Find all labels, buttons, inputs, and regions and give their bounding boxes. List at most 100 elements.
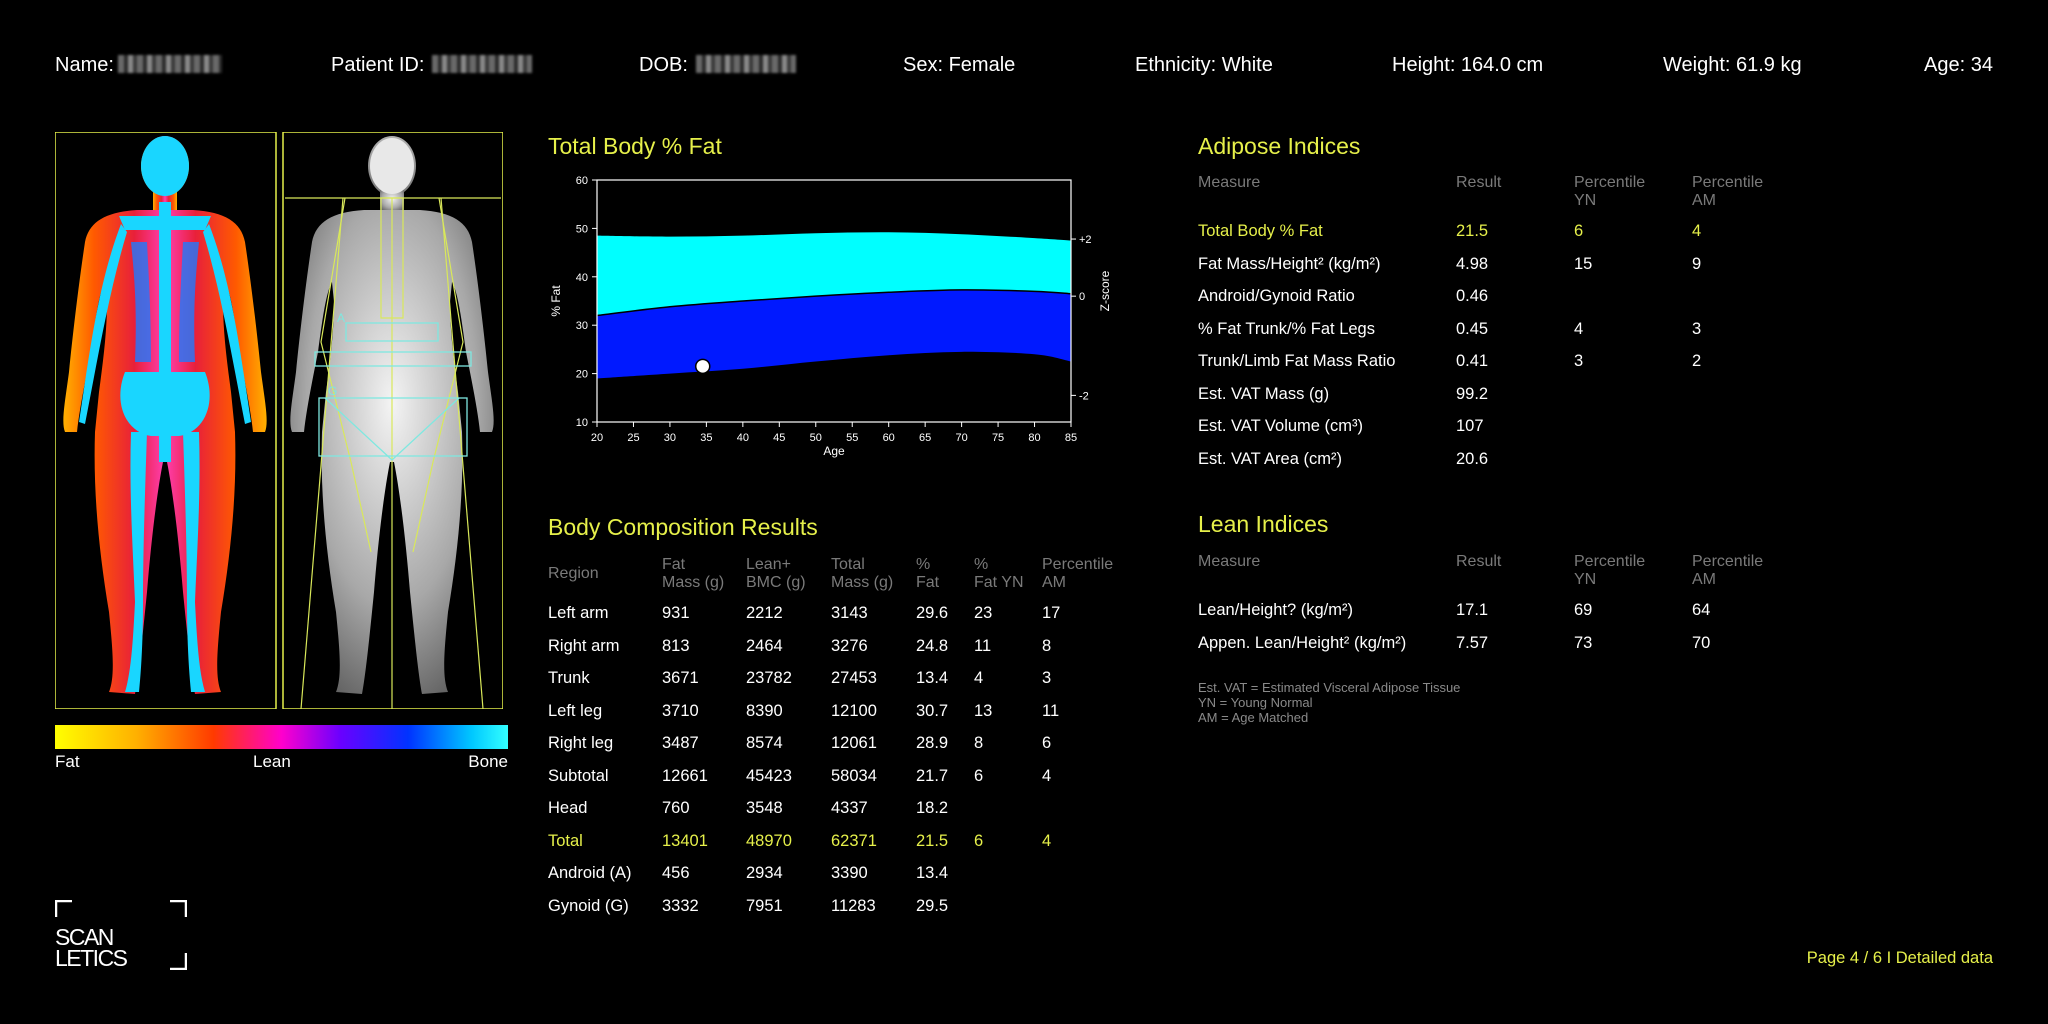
body-comp-row: Gynoid (G) 3332 7951 11283 29.5 bbox=[548, 895, 1132, 928]
body-comp-cell: 813 bbox=[662, 636, 690, 655]
y-tick-label: 40 bbox=[576, 272, 588, 284]
redacted-name bbox=[117, 55, 222, 73]
y-axis-label: % Fat bbox=[549, 285, 563, 317]
adipose-cell: 0.46 bbox=[1456, 287, 1489, 305]
body-comp-cell bbox=[974, 797, 1042, 830]
body-comp-row: Android (A) 456 2934 3390 13.4 bbox=[548, 862, 1132, 895]
body-comp-row: Right leg 3487 8574 12061 28.9 8 6 bbox=[548, 732, 1132, 765]
note-vat: Est. VAT = Estimated Visceral Adipose Ti… bbox=[1198, 680, 1461, 695]
body-comp-cell: 4337 bbox=[831, 799, 868, 817]
body-comp-row: Head 760 3548 4337 18.2 bbox=[548, 797, 1132, 830]
adipose-cell: Total Body % Fat bbox=[1198, 222, 1323, 240]
body-comp-cell: 12661 bbox=[662, 766, 708, 785]
lean-cell: Lean/Height? (kg/m²) bbox=[1198, 601, 1353, 619]
xray-grey-image: A G bbox=[282, 132, 503, 709]
y-tick-label: 30 bbox=[576, 320, 588, 332]
z-tick-label: +2 bbox=[1079, 234, 1092, 246]
lean-header-row: Measure Result Percentile YN Percentile … bbox=[1198, 553, 1802, 589]
adipose-cell: 99.2 bbox=[1456, 384, 1489, 403]
body-comp-cell: 45423 bbox=[746, 766, 792, 785]
col-header-region: Region bbox=[548, 565, 599, 582]
body-comp-cell: 28.9 bbox=[916, 734, 949, 752]
lean-cell: 64 bbox=[1692, 601, 1711, 619]
body-comp-row: Left arm 931 2212 3143 29.6 23 17 bbox=[548, 602, 1132, 635]
lean-cell: 73 bbox=[1574, 633, 1593, 652]
body-comp-title: Body Composition Results bbox=[548, 514, 818, 540]
total-body-fat-chart: 20 25 30 35 40 45 50 55 60 65 70 75 80 85102030405060… bbox=[549, 175, 1112, 458]
adipose-row: Est. VAT Volume (cm³) 107 bbox=[1198, 415, 1802, 448]
body-comp-cell: 13.4 bbox=[916, 669, 949, 687]
col-header-fat-mass: Fat Mass (g) bbox=[662, 556, 725, 591]
body-comp-cell: 27453 bbox=[831, 669, 877, 687]
lean-row: Appen. Lean/Height² (kg/m²) 7.57 73 70 bbox=[1198, 632, 1802, 665]
android-region-label: A bbox=[337, 311, 345, 325]
composition-color-legend bbox=[55, 725, 508, 749]
composition-color-image bbox=[55, 132, 277, 709]
adipose-row: Est. VAT Mass (g) 99.2 bbox=[1198, 383, 1802, 416]
adipose-cell: 21.5 bbox=[1456, 222, 1489, 240]
chart-title: Total Body % Fat bbox=[548, 133, 722, 159]
x-tick-label: 70 bbox=[955, 432, 967, 444]
note-yn: YN = Young Normal bbox=[1198, 695, 1313, 710]
body-comp-cell: 3390 bbox=[831, 864, 868, 882]
adipose-cell: 4 bbox=[1574, 319, 1584, 338]
x-tick-label: 65 bbox=[919, 432, 931, 444]
scanletics-logo: SCAN LETICS bbox=[55, 900, 187, 970]
adipose-cell: Est. VAT Area (cm²) bbox=[1198, 449, 1342, 468]
x-tick-label: 45 bbox=[773, 432, 785, 444]
body-comp-cell: Android (A) bbox=[548, 864, 632, 882]
body-comp-cell: 456 bbox=[662, 864, 690, 882]
body-comp-cell: 18.2 bbox=[916, 799, 949, 817]
sex: Sex: Female bbox=[903, 54, 1016, 76]
body-comp-row: Left leg 3710 8390 12100 30.7 13 11 bbox=[548, 700, 1132, 733]
body-comp-cell: 6 bbox=[974, 831, 984, 850]
adipose-cell: 20.6 bbox=[1456, 449, 1489, 468]
body-comp-cell: Total bbox=[548, 831, 583, 850]
x-tick-label: 50 bbox=[810, 432, 822, 444]
adipose-cell bbox=[1574, 383, 1692, 416]
adipose-cell: 0.45 bbox=[1456, 319, 1489, 338]
lean-cell: 69 bbox=[1574, 601, 1593, 619]
body-comp-cell: 21.5 bbox=[916, 831, 949, 850]
lean-title: Lean Indices bbox=[1198, 511, 1329, 537]
lean-col-measure: Measure bbox=[1198, 553, 1261, 570]
lean-col-result: Result bbox=[1456, 553, 1502, 570]
body-comp-cell: 12100 bbox=[831, 701, 877, 720]
adipose-col-percentile-am: Percentile AM bbox=[1692, 174, 1764, 209]
note-am: AM = Age Matched bbox=[1198, 710, 1309, 725]
x-tick-label: 25 bbox=[627, 432, 639, 444]
patient-data-point bbox=[694, 358, 711, 375]
body-comp-cell: 6 bbox=[974, 766, 984, 785]
body-comp-table: Region Fat Mass (g) Lean+ BMC (g) Total … bbox=[548, 556, 1132, 927]
body-comp-cell: 2934 bbox=[746, 864, 783, 882]
x-tick-label: 75 bbox=[992, 432, 1004, 444]
adipose-cell: 3 bbox=[1574, 352, 1584, 370]
body-comp-cell: 3671 bbox=[662, 669, 699, 687]
body-comp-cell: 17 bbox=[1042, 604, 1061, 622]
adipose-cell bbox=[1574, 285, 1692, 318]
adipose-cell: Android/Gynoid Ratio bbox=[1198, 287, 1355, 305]
body-comp-cell: 4 bbox=[1042, 766, 1052, 785]
ethnicity: Ethnicity: White bbox=[1135, 54, 1273, 76]
body-comp-cell: Gynoid (G) bbox=[548, 896, 629, 915]
x-tick-label: 85 bbox=[1065, 432, 1077, 444]
body-comp-cell: 21.7 bbox=[916, 766, 949, 785]
body-comp-cell: 3332 bbox=[662, 896, 699, 915]
y-tick-label: 60 bbox=[576, 175, 588, 187]
adipose-header-row: Measure Result Percentile YN Percentile … bbox=[1198, 174, 1802, 210]
dob: DOB: bbox=[639, 54, 796, 77]
redacted-dob bbox=[695, 55, 796, 73]
body-comp-cell: 30.7 bbox=[916, 701, 949, 720]
patient-name-label: Name: bbox=[55, 54, 114, 76]
adipose-row: Total Body % Fat 21.5 6 4 bbox=[1198, 220, 1802, 253]
body-comp-cell: Head bbox=[548, 799, 588, 817]
y-tick-label: 50 bbox=[576, 223, 588, 235]
body-comp-cell: 3276 bbox=[831, 636, 868, 655]
body-comp-cell: 11 bbox=[1042, 701, 1060, 720]
adipose-cell bbox=[1692, 415, 1802, 448]
body-comp-row: Right arm 813 2464 3276 24.8 11 8 bbox=[548, 635, 1132, 668]
logo-line-2: LETICS bbox=[55, 945, 128, 971]
legend-bone-label: Bone bbox=[468, 752, 508, 771]
body-comp-cell: Right leg bbox=[548, 734, 614, 752]
body-comp-row: Subtotal 12661 45423 58034 21.7 6 4 bbox=[548, 765, 1132, 798]
